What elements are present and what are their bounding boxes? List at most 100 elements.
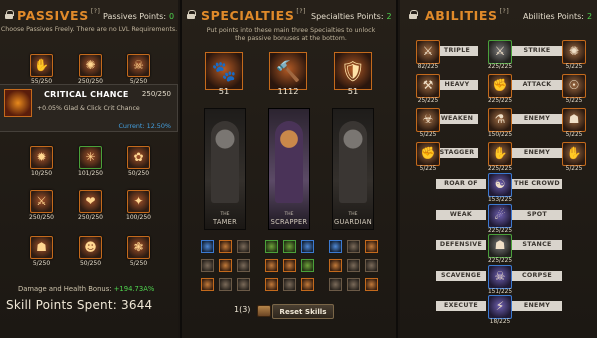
- ability-weaken-enemy-end[interactable]: ☗ 5/225: [562, 108, 586, 138]
- scrapper-skill[interactable]: [283, 259, 296, 272]
- guardian-specialty-icon[interactable]: 🛡: [334, 52, 372, 90]
- ability-label: EXECUTE: [436, 301, 486, 311]
- scrapper-skill[interactable]: [301, 278, 314, 291]
- tamer-skill[interactable]: [219, 278, 232, 291]
- tamer-skill[interactable]: [237, 259, 250, 272]
- ability-label: ATTACK: [512, 80, 562, 90]
- tamer-skill[interactable]: [219, 240, 232, 253]
- tamer-skill[interactable]: [219, 259, 232, 272]
- ability-triple-strike[interactable]: ⚔ 225/225: [488, 40, 512, 70]
- passive-icon: ✹: [36, 150, 47, 164]
- specialties-help[interactable]: [?]: [296, 8, 306, 15]
- guardian-skill[interactable]: [329, 259, 342, 272]
- passive-slot-6[interactable]: ✿ 50/250: [127, 146, 150, 177]
- ability-defensive-stance[interactable]: ☗ 225/225: [488, 234, 512, 264]
- passive-count: 250/250: [78, 214, 103, 221]
- ability-label: STANCE: [512, 240, 562, 250]
- ability-icon: ✋: [492, 146, 508, 160]
- ability-label: STRIKE: [512, 46, 562, 56]
- scrapper-card[interactable]: THE SCRAPPER: [268, 108, 310, 230]
- ability-stagger-enemy[interactable]: ✋ 225/225: [488, 142, 512, 172]
- ability-triple-strike-end[interactable]: ✺ 5/225: [562, 40, 586, 70]
- scrapper-skill[interactable]: [265, 259, 278, 272]
- ability-triple-strike-start[interactable]: ⚔ 82/225: [416, 40, 440, 70]
- hammer-icon: 🔨: [275, 59, 301, 83]
- ability-heavy-attack[interactable]: ✊ 225/225: [488, 74, 512, 104]
- ability-count: 5/225: [565, 64, 583, 70]
- ability-weaken-enemy[interactable]: ⚗ 150/225: [488, 108, 512, 138]
- passive-slot-3[interactable]: ☠ 5/250: [127, 54, 150, 85]
- specialties-points-label: Specialties Points:: [311, 12, 384, 21]
- passive-slot-12[interactable]: ❃ 5/250: [127, 236, 150, 267]
- ability-count: 18/225: [489, 319, 511, 325]
- tamer-skill[interactable]: [201, 278, 214, 291]
- guardian-skill[interactable]: [365, 278, 378, 291]
- ability-label: THE CROWD: [512, 179, 562, 189]
- ability-heavy-attack-start[interactable]: ⚒ 25/225: [416, 74, 440, 104]
- passive-slot-4[interactable]: ✹ 10/250: [30, 146, 53, 177]
- passive-slot-1[interactable]: ✋ 55/250: [30, 54, 53, 85]
- reset-skills-button[interactable]: Reset Skills: [272, 304, 334, 319]
- ability-label: ROAR OF: [436, 179, 486, 189]
- ability-count: 225/225: [487, 64, 513, 70]
- passives-title-text: PASSIVES: [17, 8, 89, 23]
- passive-slot-7[interactable]: ⚔ 250/250: [29, 190, 54, 221]
- guardian-skill[interactable]: [329, 240, 342, 253]
- ability-label: STAGGER: [436, 148, 478, 158]
- passives-title: PASSIVES [?]: [17, 8, 100, 23]
- ability-execute-enemy[interactable]: ⚡ 18/225: [488, 295, 512, 325]
- damage-bonus: Damage and Health Bonus: +194.73A%: [18, 285, 154, 293]
- guardian-skill[interactable]: [347, 240, 360, 253]
- scrapper-skill[interactable]: [283, 278, 296, 291]
- tamer-skill[interactable]: [237, 278, 250, 291]
- guardian-skill[interactable]: [347, 259, 360, 272]
- ability-icon: ⚡: [495, 299, 505, 313]
- card-name: GUARDIAN: [334, 218, 372, 226]
- tamer-card[interactable]: THE TAMER: [204, 108, 246, 230]
- card-the: THE: [348, 212, 358, 217]
- passive-icon: ☠: [133, 58, 144, 72]
- ability-stagger-enemy-end[interactable]: ✋ 5/225: [562, 142, 586, 172]
- ability-scavenge-corpse[interactable]: ☠ 151/225: [488, 265, 512, 295]
- passive-slot-9[interactable]: ✦ 100/250: [126, 190, 151, 221]
- guardian-skill[interactable]: [347, 278, 360, 291]
- scrapper-specialty-icon[interactable]: 🔨: [269, 52, 307, 90]
- scrapper-skill[interactable]: [283, 240, 296, 253]
- tamer-skill[interactable]: [201, 240, 214, 253]
- scrapper-portrait: [275, 121, 303, 203]
- scrapper-skill[interactable]: [265, 240, 278, 253]
- guardian-card[interactable]: THE GUARDIAN: [332, 108, 374, 230]
- guardian-skill[interactable]: [329, 278, 342, 291]
- ability-heavy-attack-end[interactable]: ☉ 5/225: [562, 74, 586, 104]
- passives-help[interactable]: [?]: [91, 8, 101, 15]
- ability-count: 225/225: [487, 258, 513, 264]
- lock-icon: [187, 10, 196, 19]
- ability-label: ENEMY: [512, 148, 562, 158]
- ability-stagger-enemy-start[interactable]: ✊ 5/225: [416, 142, 440, 172]
- ability-roar-of-the-crowd[interactable]: ☯ 153/225: [488, 173, 512, 203]
- passive-slot-5[interactable]: ✳ 101/250: [78, 146, 103, 177]
- scrapper-skill[interactable]: [301, 240, 314, 253]
- passive-icon: ❃: [133, 240, 144, 254]
- ability-weak-spot[interactable]: ☄ 225/225: [488, 204, 512, 234]
- specialties-points: Specialties Points: 2: [311, 12, 392, 21]
- passive-icon: ✦: [133, 194, 144, 208]
- scrapper-skill[interactable]: [265, 278, 278, 291]
- passive-slot-8[interactable]: ❤ 250/250: [78, 190, 103, 221]
- passive-slot-11[interactable]: ☻ 50/250: [79, 236, 102, 267]
- tamer-skill[interactable]: [237, 240, 250, 253]
- passives-points-label: Passives Points:: [103, 12, 167, 21]
- specialties-points-value: 2: [386, 12, 392, 21]
- scrapper-skill[interactable]: [301, 259, 314, 272]
- passive-icon: ✿: [133, 150, 144, 164]
- ability-count: 5/225: [419, 166, 437, 172]
- ability-count: 150/225: [487, 132, 513, 138]
- ability-weaken-enemy-start[interactable]: ☣ 5/225: [416, 108, 440, 138]
- tamer-skill[interactable]: [201, 259, 214, 272]
- abilities-help[interactable]: [?]: [500, 8, 510, 15]
- passive-slot-2[interactable]: ✺ 250/250: [78, 54, 103, 85]
- passive-slot-10[interactable]: ☗ 5/250: [30, 236, 53, 267]
- guardian-skill[interactable]: [365, 240, 378, 253]
- guardian-skill[interactable]: [365, 259, 378, 272]
- tamer-specialty-icon[interactable]: 🐾: [205, 52, 243, 90]
